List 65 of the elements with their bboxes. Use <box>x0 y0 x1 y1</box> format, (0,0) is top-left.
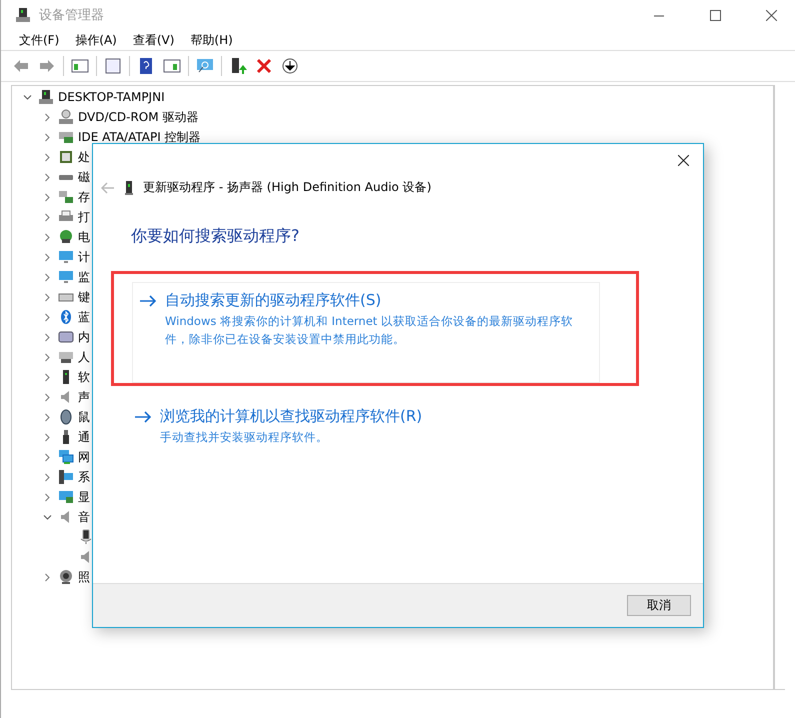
storage-icon <box>58 189 74 205</box>
device-icon <box>125 180 133 194</box>
webcam-icon <box>58 569 74 585</box>
right-arrow-icon <box>139 295 157 307</box>
network-icon <box>58 449 74 465</box>
cancel-button[interactable]: 取消 <box>627 595 691 616</box>
window-title: 设备管理器 <box>39 7 105 24</box>
monitor-icon <box>58 249 74 265</box>
dialog-heading: 你要如何搜索驱动程序? <box>130 225 300 247</box>
battery-plug-icon <box>58 229 74 245</box>
search-option[interactable]: 自动搜索更新的驱动程序软件(S) Windows 将搜索你的计算机和 Internet 以获取适合你设备的最新驱动程序软件，除非你已在设备安装设置中禁用此功能。 <box>132 282 600 383</box>
option-title: 自动搜索更新的驱动程序软件(S) <box>165 291 382 310</box>
disc-drive-icon <box>58 109 74 125</box>
microphone-icon <box>78 529 94 545</box>
menu-item[interactable]: 操作(A) <box>67 32 125 48</box>
tree-item[interactable]: 软 <box>78 368 90 386</box>
tree-item[interactable]: 计 <box>78 248 90 266</box>
tree-item[interactable]: 音 <box>78 508 90 526</box>
menu-item[interactable]: 帮助(H) <box>182 32 241 48</box>
computer-icon <box>38 89 54 105</box>
properties-icon[interactable] <box>103 56 123 76</box>
tree-item[interactable]: 处 <box>78 148 90 166</box>
menu-item[interactable]: 文件(F) <box>11 32 68 48</box>
chip-icon <box>58 149 74 165</box>
display-adapter-icon <box>58 489 74 505</box>
tree-item[interactable]: DVD/CD-ROM 驱动器 <box>78 108 198 126</box>
tree-item[interactable]: 电 <box>78 228 90 246</box>
option-description: 手动查找并安装驱动程序软件。 <box>160 429 329 446</box>
memory-icon <box>58 329 74 345</box>
menu-item[interactable]: 查看(V) <box>124 32 182 48</box>
tree-item[interactable]: 监 <box>78 268 90 286</box>
back-arrow-icon[interactable] <box>101 182 115 194</box>
option-title: 浏览我的计算机以查找驱动程序软件(R) <box>160 407 422 426</box>
tree-item[interactable]: 人 <box>78 348 90 366</box>
tree-item[interactable]: IDE ATA/ATAPI 控制器 <box>78 128 201 146</box>
tree-item[interactable]: 照 <box>78 568 90 586</box>
monitor-icon <box>58 269 74 285</box>
close-icon <box>678 154 688 166</box>
tree-item[interactable]: 键 <box>78 288 90 306</box>
bluetooth-icon <box>58 309 74 325</box>
option-description: Windows 将搜索你的计算机和 Internet 以获取适合你设备的最新驱动程序软件，除非你已在设备安装设置中禁用此功能。 <box>165 313 574 348</box>
tree-item[interactable]: 显 <box>78 488 90 506</box>
tree-item[interactable]: 内 <box>78 328 90 346</box>
computer-icon <box>58 469 74 485</box>
mouse-icon <box>58 409 74 425</box>
input-device-icon <box>58 349 74 365</box>
maximize-icon <box>710 10 720 20</box>
search-option[interactable]: 浏览我的计算机以查找驱动程序软件(R) 手动查找并安装驱动程序软件。 <box>133 400 703 453</box>
tree-item[interactable]: 通 <box>78 428 90 446</box>
uninstall-x-icon[interactable] <box>254 56 274 76</box>
app-icon <box>15 7 31 23</box>
right-arrow-icon <box>134 411 152 423</box>
tree-item[interactable]: 声 <box>78 388 90 406</box>
close-icon <box>766 10 776 20</box>
tree-item[interactable]: 网 <box>78 448 90 466</box>
tree-item[interactable]: 打 <box>78 208 90 226</box>
tree-item[interactable]: 系 <box>78 468 90 486</box>
download-arrow-icon[interactable] <box>280 56 300 76</box>
tree-item[interactable]: 蓝 <box>78 308 90 326</box>
tree-item[interactable]: 鼠 <box>78 408 90 426</box>
tree-item[interactable]: 存 <box>78 188 90 206</box>
dialog-title: 更新驱动程序 - 扬声器 (High Definition Audio 设备) <box>143 179 432 196</box>
tree-item[interactable]: 磁 <box>78 168 90 186</box>
controller-card-icon <box>58 129 74 145</box>
tree-item[interactable]: DESKTOP-TAMPJNI <box>58 90 165 104</box>
